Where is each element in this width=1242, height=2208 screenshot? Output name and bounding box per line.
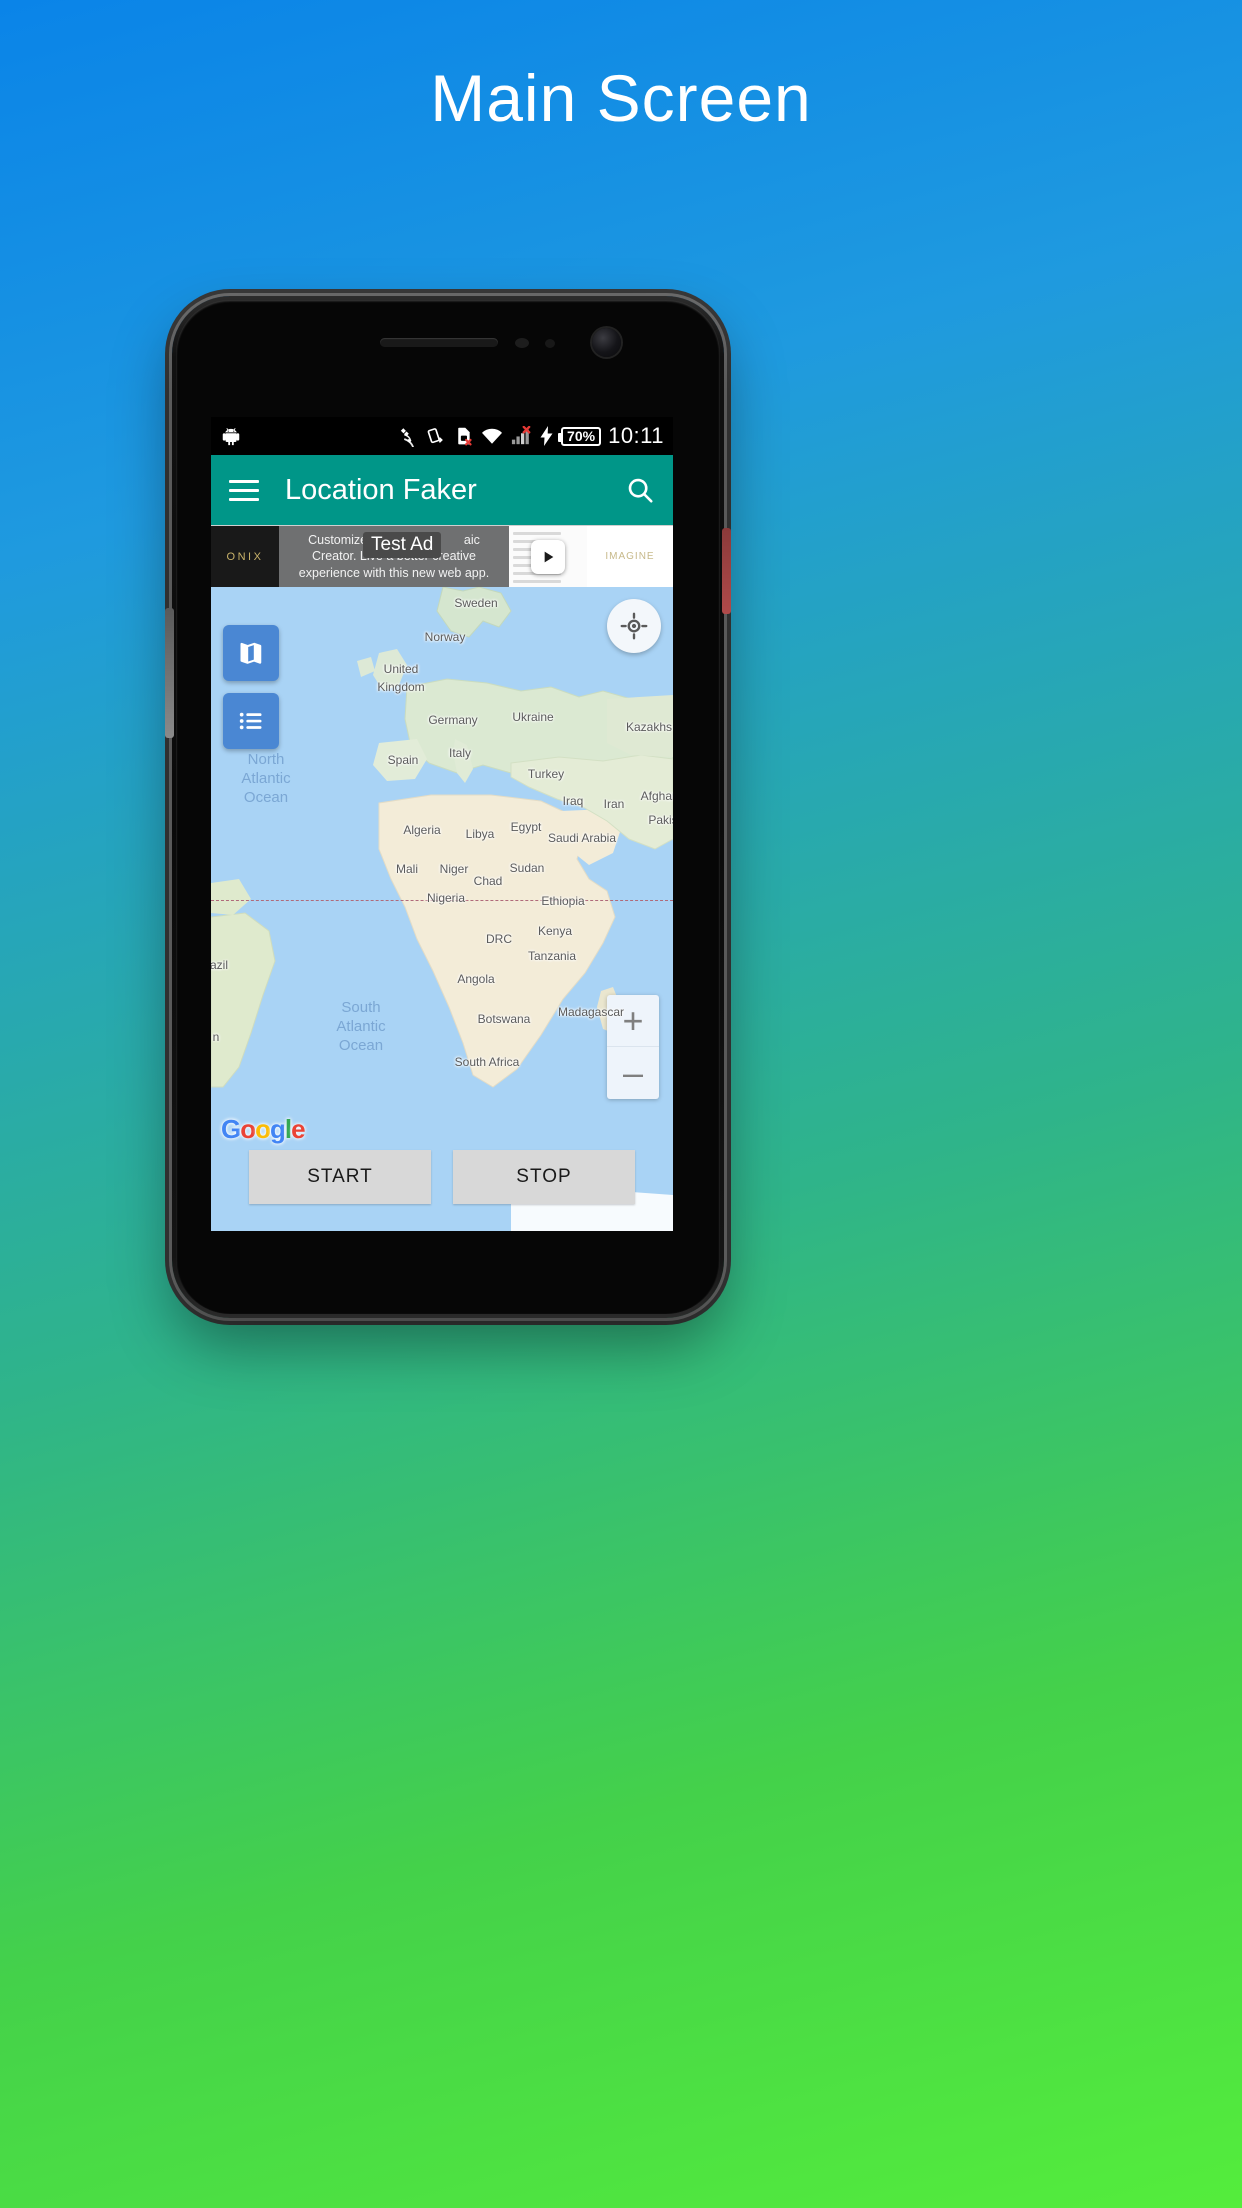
app-toolbar: Location Faker (211, 455, 673, 525)
phone-screen: 70% 10:11 Location Faker ONIX Customize … (211, 417, 673, 1231)
zoom-out-button[interactable]: – (607, 1047, 659, 1099)
google-logo: Google (221, 1114, 306, 1145)
android-robot-icon (220, 425, 242, 447)
stop-button[interactable]: STOP (453, 1150, 635, 1204)
ad-end-card: IMAGINE (587, 526, 673, 587)
action-button-row: START STOP (211, 1150, 673, 1204)
map-zoom-controls[interactable]: + – (607, 995, 659, 1099)
google-logo-letter: G (221, 1114, 241, 1144)
gps-satellite-icon (397, 426, 418, 447)
hamburger-menu-icon[interactable] (229, 479, 259, 501)
my-location-icon[interactable] (607, 599, 661, 653)
status-bar: 70% 10:11 (211, 417, 673, 455)
start-button[interactable]: START (249, 1150, 431, 1204)
screen-rotate-icon (425, 426, 446, 447)
status-bar-clock: 10:11 (608, 423, 664, 448)
google-logo-letter: g (270, 1114, 286, 1144)
google-logo-letter: o (255, 1114, 271, 1144)
phone-device-frame: 70% 10:11 Location Faker ONIX Customize … (165, 296, 731, 1318)
ad-copy-line3: experience with this new web app. (298, 565, 490, 580)
earpiece-speaker (380, 338, 498, 347)
wifi-error-icon (481, 426, 503, 446)
front-camera-icon (592, 328, 621, 357)
app-title: Location Faker (285, 473, 477, 506)
map-type-button[interactable] (223, 625, 279, 681)
list-button[interactable] (223, 693, 279, 749)
battery-icon: 70% (558, 426, 602, 446)
signal-bars-icon (510, 426, 532, 446)
proximity-sensor-icon (515, 338, 529, 348)
ad-advertiser-logo: ONIX (211, 526, 279, 587)
play-button-icon[interactable] (531, 539, 565, 574)
google-logo-letter: e (291, 1114, 306, 1144)
zoom-in-button[interactable]: + (607, 995, 659, 1047)
equator-line (211, 900, 673, 901)
search-icon[interactable] (625, 475, 655, 505)
map-view[interactable]: + – Google Sweden Norway United Kingdom Germ… (211, 587, 673, 1231)
sim-card-error-icon (453, 426, 474, 447)
volume-button[interactable] (165, 608, 174, 738)
ad-banner[interactable]: ONIX Customize patte aic Creator. Live a… (211, 525, 673, 587)
battery-percent-label: 70% (567, 428, 596, 444)
ad-test-badge: Test Ad (363, 532, 442, 558)
page-title: Main Screen (430, 61, 812, 135)
ad-video-thumbnail[interactable] (509, 526, 587, 587)
power-button[interactable] (722, 528, 731, 614)
light-sensor-icon (545, 339, 555, 348)
charging-bolt-icon (539, 426, 554, 446)
google-logo-letter: o (240, 1114, 256, 1144)
